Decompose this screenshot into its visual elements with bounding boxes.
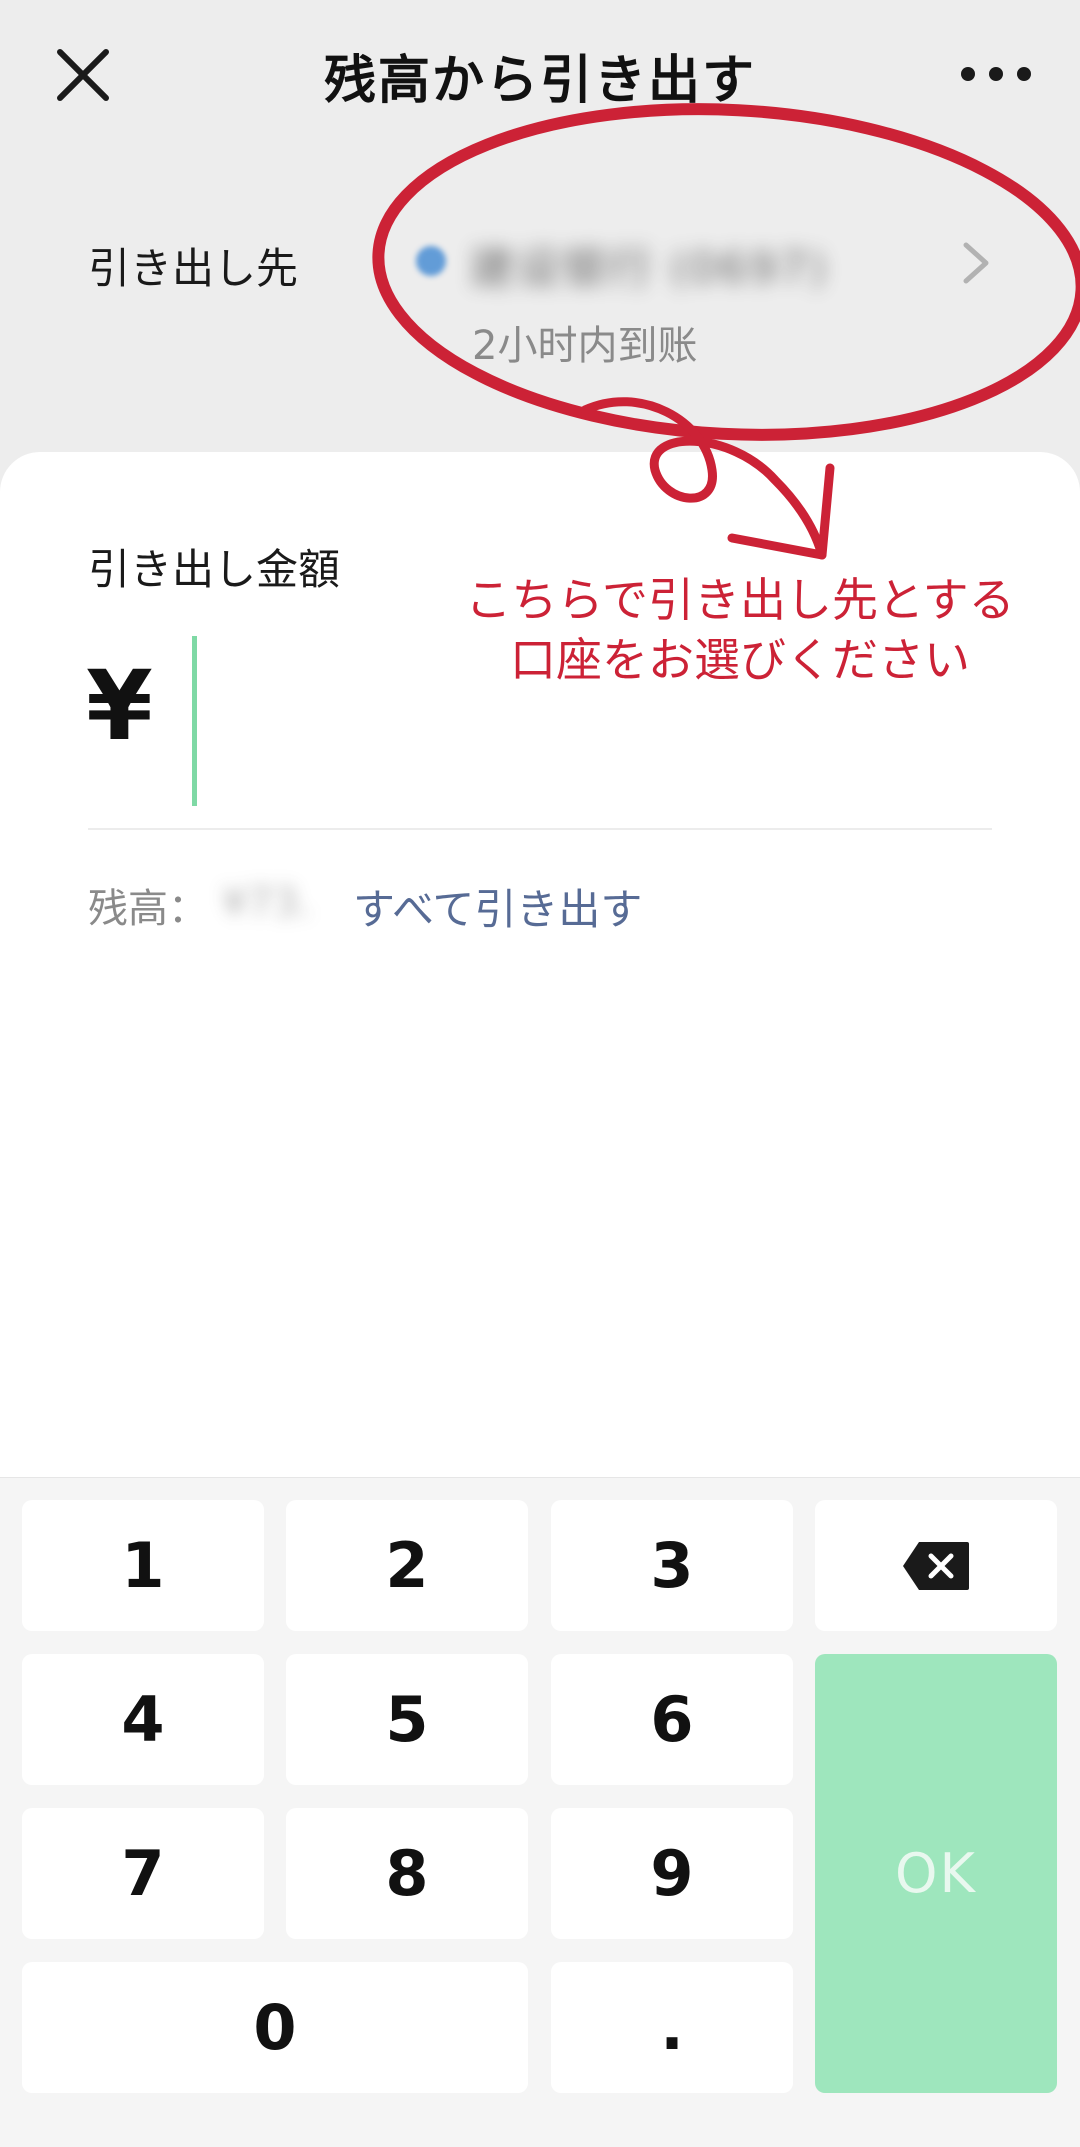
currency-symbol: ¥ [86,650,153,762]
arrival-time-note: 2小时内到账 [472,323,698,369]
key-9[interactable]: 9 [551,1808,793,1939]
amount-label: 引き出し金額 [88,545,341,594]
withdraw-all-link[interactable]: すべて引き出す [353,876,642,937]
numeric-keypad: 1 2 3 4 5 6 7 8 9 OK 0 . [0,1477,1080,2147]
key-0[interactable]: 0 [22,1962,528,2093]
ok-button[interactable]: OK [815,1654,1057,2093]
key-4[interactable]: 4 [22,1654,264,1785]
key-5[interactable]: 5 [286,1654,528,1785]
bank-logo-icon [416,246,446,276]
key-1[interactable]: 1 [22,1500,264,1631]
balance-value: ¥73. [222,880,312,926]
amount-divider [88,828,992,830]
key-3[interactable]: 3 [551,1500,793,1631]
balance-label: 残高： [88,886,208,932]
key-7[interactable]: 7 [22,1808,264,1939]
more-button[interactable] [956,56,1036,92]
key-6[interactable]: 6 [551,1654,793,1785]
key-8[interactable]: 8 [286,1808,528,1939]
header-bar: 残高から引き出す [0,0,1080,150]
backspace-key[interactable] [815,1500,1057,1631]
page-title: 残高から引き出す [323,51,756,111]
withdraw-screen: 残高から引き出す 引き出し先 建设银行 (0697) 2小时内到账 引き出し金額… [0,0,1080,2147]
key-2[interactable]: 2 [286,1500,528,1631]
key-dot[interactable]: . [551,1962,793,2093]
amount-input-caret[interactable] [192,636,197,806]
backspace-icon [903,1541,969,1590]
bank-account-name: 建设银行 (0697) [470,243,829,294]
chevron-right-icon[interactable] [958,240,994,286]
more-dots-icon [961,67,1031,81]
destination-label: 引き出し先 [88,244,299,293]
amount-card [0,452,1080,1477]
